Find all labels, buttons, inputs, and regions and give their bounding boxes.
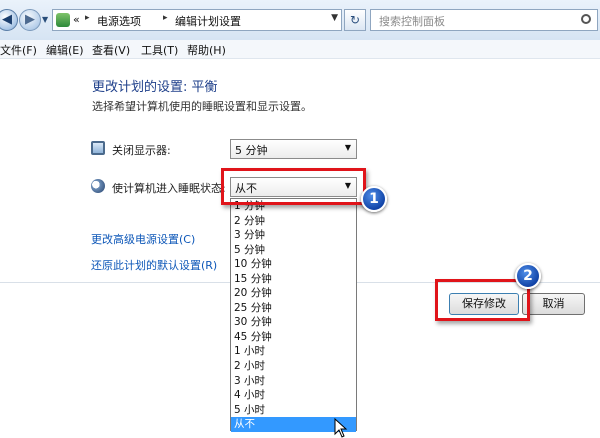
mouse-cursor-icon <box>334 418 348 438</box>
dropdown-option[interactable]: 15 分钟 <box>231 272 356 287</box>
sleep-label: 使计算机进入睡眠状态: <box>112 182 226 195</box>
control-panel-icon <box>56 13 70 27</box>
sleep-dropdown-list[interactable]: 1 分钟 2 分钟 3 分钟 5 分钟 10 分钟 15 分钟 20 分钟 25 分钟 30 分… <box>230 198 357 432</box>
dropdown-option[interactable]: 1 小时 <box>231 344 356 359</box>
chevron-down-icon[interactable]: ▼ <box>345 143 351 152</box>
page-subtitle: 选择希望计算机使用的睡眠设置和显示设置。 <box>92 100 312 113</box>
dropdown-option[interactable]: 3 小时 <box>231 374 356 389</box>
search-placeholder: 搜索控制面板 <box>379 15 445 28</box>
breadcrumb-power-options[interactable]: 电源选项 <box>97 13 141 29</box>
step-badge-1: 1 <box>361 186 387 212</box>
search-input[interactable]: 搜索控制面板 <box>370 9 598 31</box>
dropdown-option[interactable]: 5 小时 <box>231 403 356 418</box>
refresh-icon[interactable]: ↻ <box>344 9 366 31</box>
dropdown-option[interactable]: 3 分钟 <box>231 228 356 243</box>
monitor-icon <box>91 141 105 155</box>
sleep-moon-icon <box>91 179 105 193</box>
breadcrumb-edit-plan[interactable]: 编辑计划设置 <box>175 13 241 29</box>
dropdown-option[interactable]: 25 分钟 <box>231 301 356 316</box>
menu-view[interactable]: 查看(V) <box>92 42 130 58</box>
dropdown-option[interactable]: 45 分钟 <box>231 330 356 345</box>
address-bar: ◀ ▶ ▼ « ▸ 电源选项 ▸ 编辑计划设置 ▼ ↻ 搜索控制面板 <box>0 0 600 41</box>
menu-tools[interactable]: 工具(T) <box>141 42 178 58</box>
dropdown-option[interactable]: 5 分钟 <box>231 243 356 258</box>
breadcrumb[interactable]: « ▸ 电源选项 ▸ 编辑计划设置 ▼ <box>52 9 342 31</box>
menu-edit[interactable]: 编辑(E) <box>46 42 84 58</box>
chevron-down-icon[interactable]: ▼ <box>331 13 338 23</box>
menu-help[interactable]: 帮助(H) <box>187 42 226 58</box>
forward-arrow-icon[interactable]: ▶ <box>19 9 41 31</box>
breadcrumb-separator-icon[interactable]: ▸ <box>85 13 90 23</box>
breadcrumb-separator-icon[interactable]: ▸ <box>163 13 168 23</box>
step-badge-2: 2 <box>515 263 541 289</box>
back-arrow-icon[interactable]: ◀ <box>0 9 18 31</box>
menu-file[interactable]: 文件(F) <box>0 42 37 58</box>
dropdown-option[interactable]: 10 分钟 <box>231 257 356 272</box>
cancel-button[interactable]: 取消 <box>522 293 585 315</box>
menu-bar: 文件(F) 编辑(E) 查看(V) 工具(T) 帮助(H) <box>0 40 600 59</box>
display-off-label: 关闭显示器: <box>112 144 171 157</box>
history-dropdown-icon[interactable]: ▼ <box>42 15 50 24</box>
display-off-select[interactable]: 5 分钟 ▼ <box>230 139 357 159</box>
breadcrumb-overflow[interactable]: « <box>73 13 80 26</box>
dropdown-option[interactable]: 30 分钟 <box>231 315 356 330</box>
dropdown-option[interactable]: 4 小时 <box>231 388 356 403</box>
dropdown-option[interactable]: 20 分钟 <box>231 286 356 301</box>
dropdown-option[interactable]: 2 分钟 <box>231 214 356 229</box>
highlight-box-sleep <box>221 168 366 205</box>
search-icon[interactable] <box>581 14 591 24</box>
highlight-box-save <box>435 279 530 321</box>
advanced-settings-link[interactable]: 更改高级电源设置(C) <box>91 231 195 247</box>
display-off-value: 5 分钟 <box>235 144 268 157</box>
dropdown-option[interactable]: 2 小时 <box>231 359 356 374</box>
page-title: 更改计划的设置: 平衡 <box>92 80 218 95</box>
restore-defaults-link[interactable]: 还原此计划的默认设置(R) <box>91 257 217 273</box>
